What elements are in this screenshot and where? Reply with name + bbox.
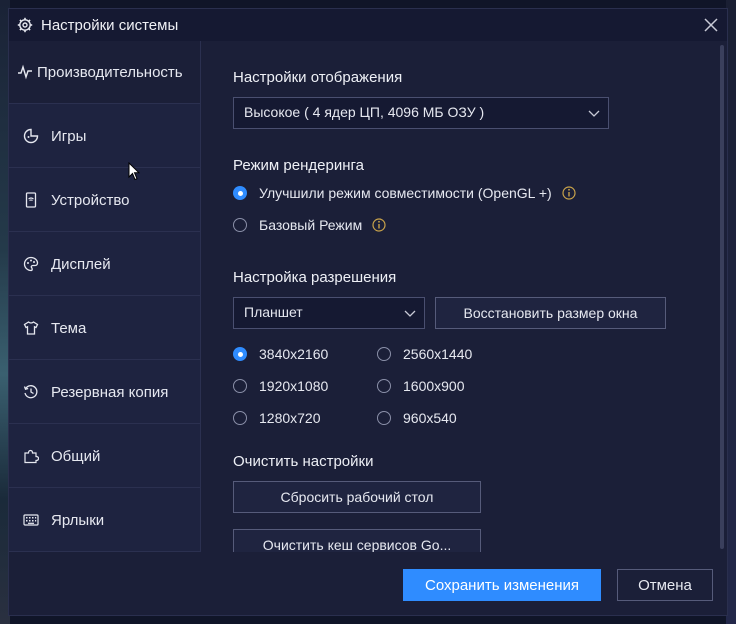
radio-label: 1280x720 [259, 410, 321, 426]
sidebar-item-label: Дисплей [51, 255, 111, 273]
puzzle-icon [24, 449, 39, 464]
save-changes-button[interactable]: Сохранить изменения [403, 569, 601, 601]
dialog-footer: Сохранить изменения Отмена [9, 552, 727, 615]
radio-render-opengl-plus[interactable]: Улучшили режим совместимости (OpenGL +) [233, 185, 576, 201]
sidebar-item-general[interactable]: Общий [9, 425, 200, 488]
sidebar-item-shortcuts[interactable]: Ярлыки [9, 489, 200, 552]
keyboard-icon [23, 514, 39, 526]
dropdown-value: Планшет [244, 304, 303, 320]
radio-indicator [377, 379, 391, 393]
radio-label: 1600x900 [403, 378, 465, 394]
sidebar-item-label: Общий [51, 447, 101, 465]
sidebar-item-device[interactable]: Устройство [9, 169, 200, 232]
radio-render-basic[interactable]: Базовый Режим [233, 217, 386, 233]
reset-desktop-button[interactable]: Сбросить рабочий стол [233, 481, 481, 513]
shirt-icon [23, 321, 39, 335]
phone-icon [25, 192, 37, 208]
settings-window: Настройки системы Производительность Игр… [8, 8, 728, 616]
sidebar-item-label: Тема [51, 319, 87, 337]
radio-indicator [233, 379, 247, 393]
cancel-button[interactable]: Отмена [617, 569, 713, 601]
performance-preset-dropdown[interactable]: Высокое ( 4 ядер ЦП, 4096 МБ ОЗУ ) [233, 97, 609, 129]
radio-resolution-1280[interactable]: 1280x720 [233, 410, 321, 426]
radio-resolution-1600[interactable]: 1600x900 [377, 378, 465, 394]
radio-resolution-2560[interactable]: 2560x1440 [377, 346, 472, 362]
settings-content: Настройки отображения Высокое ( 4 ядер Ц… [201, 41, 729, 561]
radio-indicator [377, 347, 391, 361]
sidebar-item-display[interactable]: Дисплей [9, 233, 200, 296]
sidebar-item-performance[interactable]: Производительность [9, 41, 200, 104]
radio-indicator [233, 411, 247, 425]
content-scrollbar[interactable] [720, 45, 724, 549]
radio-indicator [377, 411, 391, 425]
sidebar-item-theme[interactable]: Тема [9, 297, 200, 360]
info-icon[interactable] [372, 218, 386, 232]
display-settings-title: Настройки отображения [233, 69, 403, 86]
sidebar-item-games[interactable]: Игры [9, 105, 200, 168]
radio-label: 960x540 [403, 410, 457, 426]
palette-icon [23, 256, 39, 272]
restore-window-size-button[interactable]: Восстановить размер окна [435, 297, 666, 329]
radio-indicator [233, 218, 247, 232]
sidebar-item-label: Устройство [51, 191, 130, 209]
radio-resolution-1920[interactable]: 1920x1080 [233, 378, 328, 394]
window-title: Настройки системы [41, 17, 179, 34]
radio-label: Базовый Режим [259, 217, 363, 233]
sidebar-item-label: Ярлыки [51, 511, 105, 529]
chevron-down-icon [404, 310, 416, 317]
radio-label: Улучшили режим совместимости (OpenGL +) [259, 185, 552, 201]
radio-indicator [233, 186, 247, 200]
info-icon[interactable] [562, 186, 576, 200]
radio-label: 2560x1440 [403, 346, 473, 362]
render-mode-title: Режим рендеринга [233, 157, 364, 174]
radio-label: 1920x1080 [259, 378, 329, 394]
radio-resolution-960[interactable]: 960x540 [377, 410, 457, 426]
sidebar-item-backup[interactable]: Резервная копия [9, 361, 200, 424]
sidebar-item-label: Резервная копия [51, 383, 169, 401]
clear-settings-title: Очистить настройки [233, 453, 374, 470]
title-bar: Настройки системы [9, 9, 727, 41]
radio-resolution-3840[interactable]: 3840x2160 [233, 346, 328, 362]
sidebar: Производительность Игры Устройство Диспл… [9, 41, 200, 552]
history-icon [23, 385, 38, 399]
dropdown-value: Высокое ( 4 ядер ЦП, 4096 МБ ОЗУ ) [244, 104, 485, 120]
sidebar-item-label: Игры [51, 127, 87, 145]
chevron-down-icon [588, 110, 600, 117]
gear-icon [17, 17, 33, 33]
sidebar-item-label: Производительность [37, 63, 183, 81]
resolution-settings-title: Настройка разрешения [233, 269, 397, 286]
radio-indicator [233, 347, 247, 361]
pulse-icon [18, 64, 32, 80]
gamepad-icon [23, 128, 39, 144]
radio-label: 3840x2160 [259, 346, 329, 362]
close-icon[interactable] [701, 15, 721, 35]
mouse-cursor-icon [128, 162, 140, 181]
device-type-dropdown[interactable]: Планшет [233, 297, 425, 329]
